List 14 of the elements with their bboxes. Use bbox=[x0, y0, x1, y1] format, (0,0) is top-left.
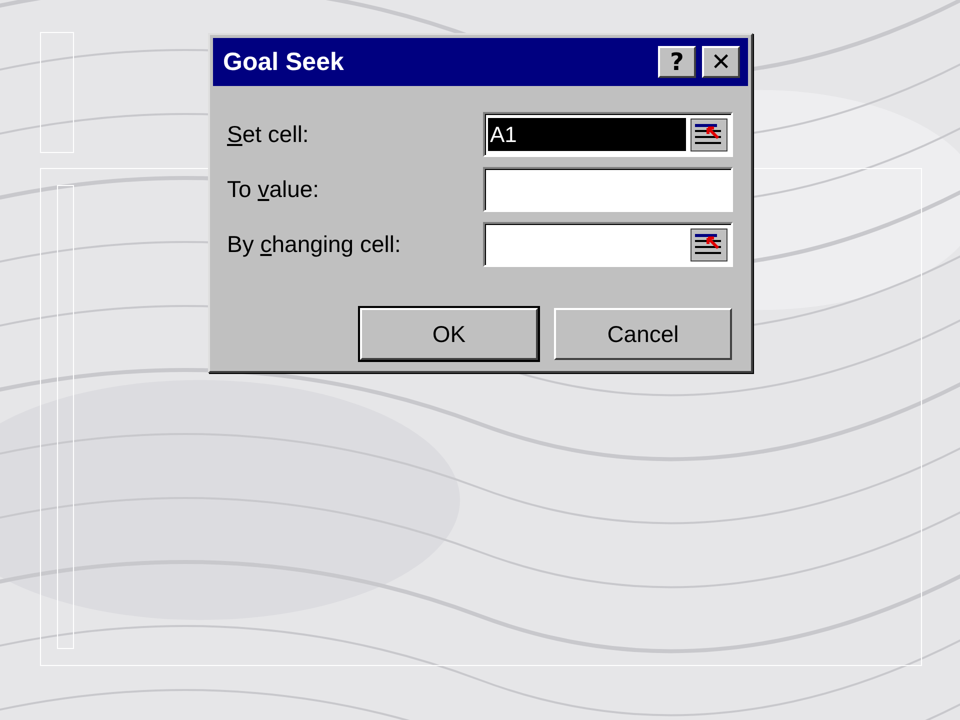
field-label: To value: bbox=[227, 176, 320, 203]
cancel-button[interactable]: Cancel bbox=[554, 308, 732, 360]
input-field[interactable] bbox=[483, 167, 733, 212]
range-picker-icon[interactable] bbox=[690, 228, 728, 262]
input-field[interactable] bbox=[483, 222, 733, 267]
close-button[interactable]: ✕ bbox=[702, 46, 740, 78]
range-picker-icon[interactable] bbox=[690, 118, 728, 152]
field-label: By changing cell: bbox=[227, 231, 401, 258]
field-label: Set cell: bbox=[227, 121, 309, 148]
input-field[interactable]: A1 bbox=[483, 112, 733, 157]
field-value: A1 bbox=[488, 118, 686, 151]
help-button[interactable]: ? bbox=[658, 46, 696, 78]
ok-button[interactable]: OK bbox=[360, 308, 538, 360]
window-title: Goal Seek bbox=[223, 48, 345, 76]
